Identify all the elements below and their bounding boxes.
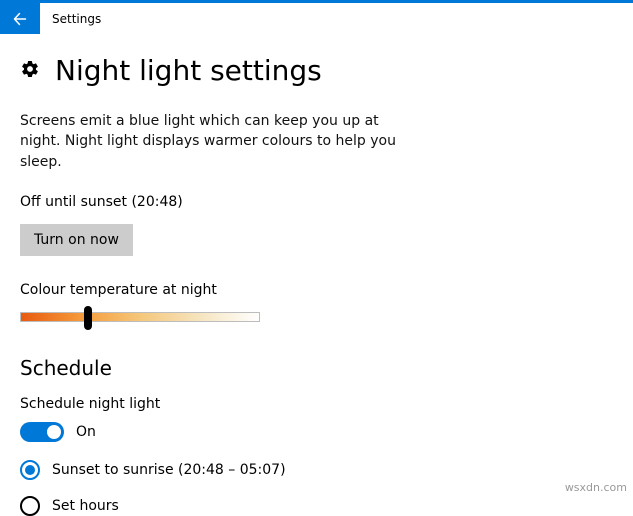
turn-on-button[interactable]: Turn on now: [20, 224, 133, 256]
schedule-toggle-state: On: [76, 424, 96, 440]
content-area: Night light settings Screens emit a blue…: [0, 34, 633, 516]
back-button[interactable]: [0, 3, 40, 34]
radio-icon: [20, 496, 40, 516]
window-title: Settings: [52, 12, 101, 26]
schedule-toggle[interactable]: [20, 422, 64, 442]
radio-label: Set hours: [52, 498, 119, 514]
colour-temp-slider[interactable]: [20, 312, 260, 322]
radio-set-hours[interactable]: Set hours: [20, 496, 613, 516]
heading-row: Night light settings: [20, 54, 613, 87]
toggle-knob: [47, 425, 61, 439]
colour-temp-label: Colour temperature at night: [20, 282, 613, 298]
watermark: wsxdn.com: [565, 481, 627, 494]
night-light-status: Off until sunset (20:48): [20, 194, 613, 210]
page-description: Screens emit a blue light which can keep…: [20, 111, 400, 172]
back-arrow-icon: [12, 11, 28, 27]
titlebar: Settings: [0, 0, 633, 34]
radio-inner-dot: [25, 465, 35, 475]
schedule-heading: Schedule: [20, 356, 613, 380]
page-heading: Night light settings: [55, 54, 322, 87]
radio-label: Sunset to sunrise (20:48 – 05:07): [52, 462, 286, 478]
radio-icon: [20, 460, 40, 480]
radio-sunset-to-sunrise[interactable]: Sunset to sunrise (20:48 – 05:07): [20, 460, 613, 480]
slider-thumb[interactable]: [84, 306, 92, 330]
schedule-toggle-row: On: [20, 422, 613, 442]
gear-icon: [20, 59, 40, 83]
schedule-label: Schedule night light: [20, 396, 613, 412]
